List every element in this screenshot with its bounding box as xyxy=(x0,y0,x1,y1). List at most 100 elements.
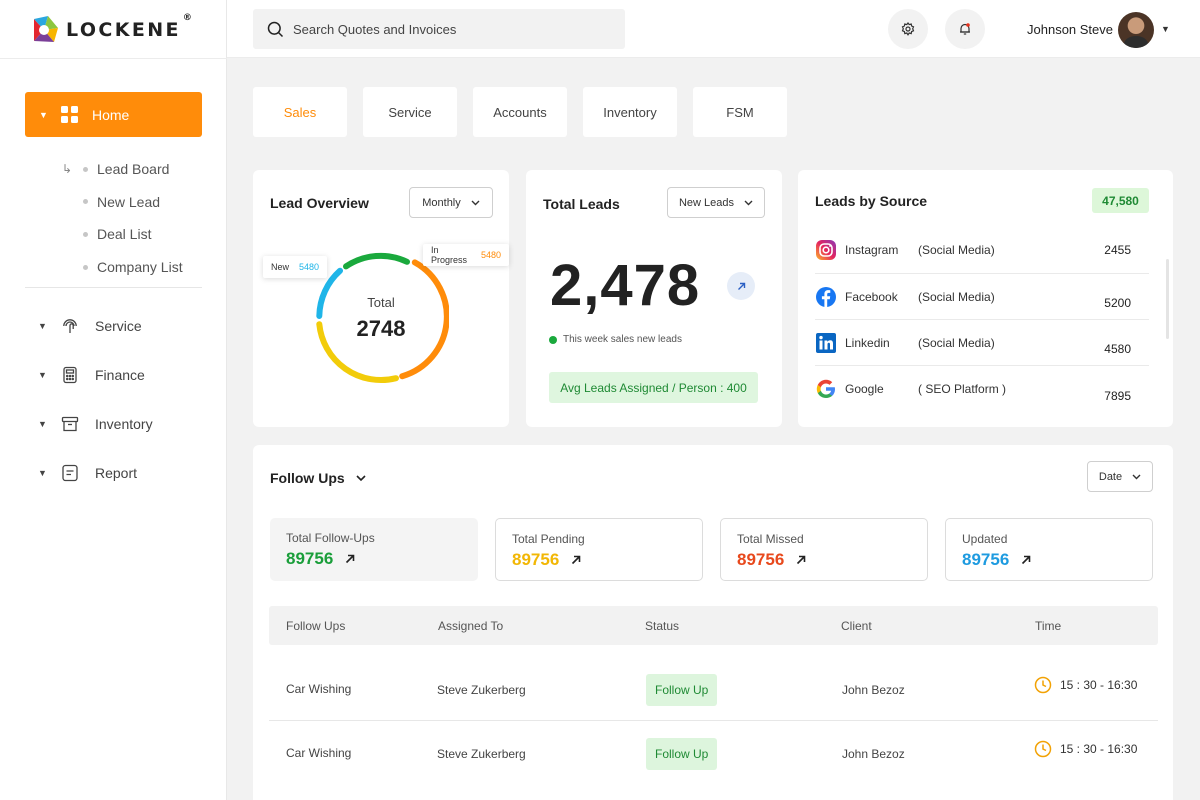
follow-ups-dropdown[interactable]: Follow Ups xyxy=(270,470,366,486)
grid-icon xyxy=(61,106,78,123)
card-title: Lead Overview xyxy=(270,195,369,211)
brand-logo[interactable]: LOCKENE® xyxy=(28,13,195,46)
sidebar-item-inventory[interactable]: ▼ Inventory xyxy=(38,412,153,436)
source-row-google[interactable]: Google ( SEO Platform ) 7895 xyxy=(815,366,1149,412)
column-header[interactable]: Time xyxy=(1035,619,1061,633)
table-row[interactable]: Car Wishing Steve Zukerberg Follow Up Jo… xyxy=(269,657,1158,721)
follow-ups-card: Follow Ups Date Total Follow-Ups 89756 T… xyxy=(253,445,1173,800)
bell-icon xyxy=(960,23,970,35)
arrow-up-right-icon xyxy=(737,282,745,290)
sidebar: LOCKENE® ▼ Home ↳ Lead Board New Lead De… xyxy=(0,0,227,800)
arrow-up-right-icon xyxy=(796,555,806,565)
tab-fsm[interactable]: FSM xyxy=(693,87,787,137)
caret-down-icon[interactable]: ▼ xyxy=(1161,24,1170,34)
return-arrow-icon: ↳ xyxy=(62,162,73,177)
column-header[interactable]: Follow Ups xyxy=(286,619,345,633)
period-select[interactable]: Monthly xyxy=(409,187,493,218)
touch-icon xyxy=(61,317,79,335)
subnav-item-deal-list[interactable]: Deal List xyxy=(62,218,183,251)
subnav-item-company-list[interactable]: Company List xyxy=(62,251,183,284)
user-name[interactable]: Johnson Steve xyxy=(1027,22,1113,37)
archive-box-icon xyxy=(61,415,79,433)
chevron-down-icon xyxy=(744,200,753,205)
chevron-down-icon xyxy=(356,474,366,481)
gear-icon xyxy=(901,22,915,36)
donut-total-value: 2748 xyxy=(356,316,406,341)
bullet-dot xyxy=(83,166,88,172)
caret-down-icon: ▼ xyxy=(39,109,48,120)
column-header[interactable]: Status xyxy=(645,619,679,633)
new-leads-tooltip: New 5480 xyxy=(263,256,328,278)
stat-updated[interactable]: Updated 89756 xyxy=(945,518,1153,581)
chevron-down-icon xyxy=(1132,474,1141,479)
bullet-dot xyxy=(83,199,88,205)
tab-sales[interactable]: Sales xyxy=(253,87,347,137)
card-title: Leads by Source xyxy=(815,193,928,209)
calculator-icon xyxy=(61,366,79,384)
sidebar-item-report[interactable]: ▼ Report xyxy=(38,461,137,485)
scrollbar[interactable] xyxy=(1166,259,1169,339)
stat-total-pending[interactable]: Total Pending 89756 xyxy=(495,518,703,581)
caret-down-icon: ▼ xyxy=(38,370,47,380)
status-dot xyxy=(549,335,557,344)
donut-total-label: Total xyxy=(367,295,395,310)
column-header[interactable]: Assigned To xyxy=(438,619,503,633)
bullet-dot xyxy=(83,264,88,270)
bullet-dot xyxy=(83,231,88,237)
divider xyxy=(25,287,202,288)
table-row[interactable]: Car Wishing Steve Zukerberg Follow Up Jo… xyxy=(269,721,1158,785)
status-badge[interactable]: Follow Up xyxy=(646,738,718,770)
document-icon xyxy=(61,464,79,482)
settings-button[interactable] xyxy=(888,9,928,49)
subnav-item-new-lead[interactable]: New Lead xyxy=(62,186,183,219)
arrow-up-right-icon xyxy=(1021,555,1031,565)
trend-up-button[interactable] xyxy=(727,272,755,300)
tab-service[interactable]: Service xyxy=(363,87,457,137)
top-bar: Johnson Steve ▼ xyxy=(227,0,1200,58)
avg-leads-badge: Avg Leads Assigned / Person : 400 xyxy=(549,372,758,403)
facebook-icon xyxy=(816,287,836,307)
column-header[interactable]: Client xyxy=(841,619,872,633)
logo-mark-icon xyxy=(34,16,58,42)
home-subnav: ↳ Lead Board New Lead Deal List Company … xyxy=(62,153,183,283)
sidebar-item-service[interactable]: ▼ Service xyxy=(38,314,142,338)
arrow-up-right-icon xyxy=(345,554,355,564)
leads-filter-select[interactable]: New Leads xyxy=(667,187,765,218)
clock-icon xyxy=(1034,676,1052,694)
google-icon xyxy=(816,379,835,398)
arrow-up-right-icon xyxy=(571,555,581,565)
stat-total-missed[interactable]: Total Missed 89756 xyxy=(720,518,928,581)
chevron-down-icon xyxy=(471,200,480,205)
lead-overview-card: Lead Overview Monthly Total 2748 New 548… xyxy=(253,170,509,427)
status-badge[interactable]: Follow Up xyxy=(646,674,718,706)
sidebar-item-home[interactable]: ▼ Home xyxy=(25,92,202,137)
caret-down-icon: ▼ xyxy=(38,321,47,331)
caret-down-icon: ▼ xyxy=(38,419,47,429)
donut-segment-green xyxy=(343,252,410,270)
linkedin-icon xyxy=(816,333,836,353)
card-title: Total Leads xyxy=(543,196,620,212)
sidebar-item-finance[interactable]: ▼ Finance xyxy=(38,363,145,387)
caret-down-icon: ▼ xyxy=(38,468,47,478)
tab-accounts[interactable]: Accounts xyxy=(473,87,567,137)
instagram-icon xyxy=(816,240,836,260)
search-bar[interactable] xyxy=(253,9,625,49)
avatar[interactable] xyxy=(1118,12,1154,48)
source-row-instagram[interactable]: Instagram (Social Media) 2455 xyxy=(815,227,1149,273)
in-progress-tooltip: In Progress 5480 xyxy=(423,244,509,266)
date-filter-select[interactable]: Date xyxy=(1087,461,1153,492)
divider xyxy=(0,58,227,59)
subnav-item-lead-board[interactable]: ↳ Lead Board xyxy=(62,153,183,186)
search-input[interactable] xyxy=(293,21,593,37)
search-icon xyxy=(267,21,284,37)
total-source-badge: 47,580 xyxy=(1092,188,1149,213)
source-row-linkedin[interactable]: Linkedin (Social Media) 4580 xyxy=(815,320,1149,366)
total-leads-card: Total Leads New Leads 2,478 This week sa… xyxy=(526,170,782,427)
source-row-facebook[interactable]: Facebook (Social Media) 5200 xyxy=(815,274,1149,320)
stat-total-follow-ups[interactable]: Total Follow-Ups 89756 xyxy=(270,518,478,581)
notifications-button[interactable] xyxy=(945,9,985,49)
brand-name: LOCKENE® xyxy=(66,13,195,41)
weekly-note: This week sales new leads xyxy=(549,334,682,345)
tab-inventory[interactable]: Inventory xyxy=(583,87,677,137)
time-cell: 15 : 30 - 16:30 xyxy=(1034,676,1137,694)
